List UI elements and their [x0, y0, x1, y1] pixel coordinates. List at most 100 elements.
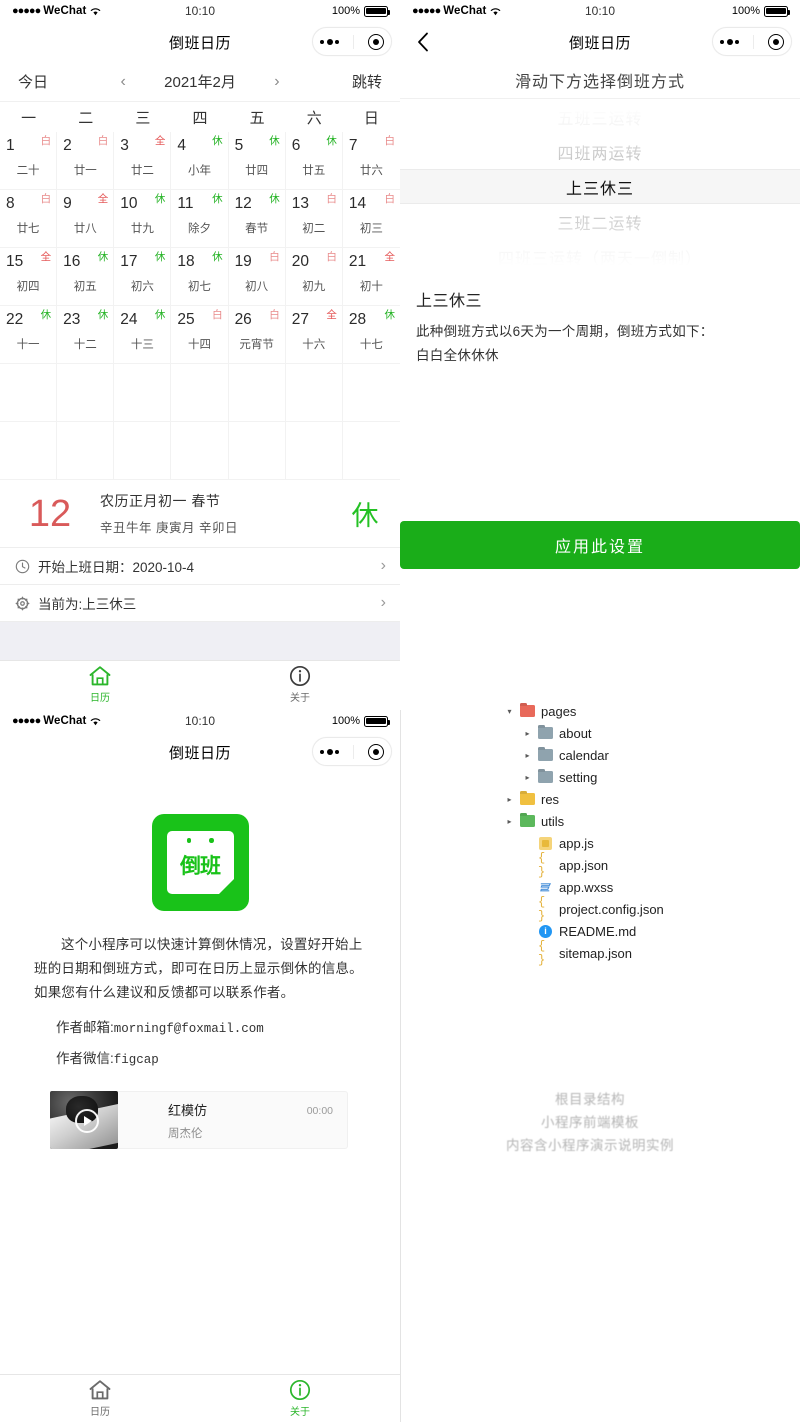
tree-folder-row[interactable]: ▸ utils — [505, 810, 664, 832]
calendar-day-cell[interactable]: 28 休十七 — [342, 306, 400, 364]
calendar-day-cell[interactable]: 22 休十一 — [0, 306, 58, 364]
picker-option[interactable]: 四班两运转 — [400, 134, 800, 169]
js-file-icon — [538, 836, 553, 850]
calendar-empty-cell — [0, 422, 58, 480]
mode-desc-line-2: 白白全休休休 — [416, 348, 499, 363]
close-mini-program-icon[interactable] — [368, 743, 384, 760]
next-month-button[interactable]: › — [270, 73, 284, 91]
calendar-day-cell[interactable]: 19 白初八 — [228, 248, 286, 306]
weekday-0: 一 — [21, 109, 37, 127]
calendar-day-cell[interactable]: 12 休春节 — [228, 190, 286, 248]
tree-file-row[interactable]: { } project.config.json — [505, 895, 664, 923]
tab-about-label: 关于 — [290, 693, 310, 704]
calendar-empty-cell — [0, 364, 58, 422]
shift-mode-picker[interactable]: 五班三运转 四班两运转 上三休三 三班二运转 四班三运转（两天一倒制） — [400, 98, 800, 273]
about-body-text: 这个小程序可以快速计算倒休情况，设置好开始上班的日期和倒班方式，即可在日历上显示… — [34, 937, 363, 1000]
tree-folder-row[interactable]: ▸ about — [505, 722, 664, 744]
prev-month-button[interactable]: ‹ — [116, 73, 130, 91]
calendar-day-cell[interactable]: 6 休廿五 — [285, 132, 343, 190]
tree-file-row[interactable]: { } app.json — [505, 851, 664, 879]
day-lunar-label: 廿五 — [302, 165, 326, 177]
calendar-day-cell[interactable]: 26 白元宵节 — [228, 306, 286, 364]
tree-caret-icon[interactable]: ▸ — [523, 751, 532, 760]
day-lunar-label: 廿九 — [130, 223, 154, 235]
picker-option[interactable]: 三班二运转 — [400, 204, 800, 239]
wechat-capsule[interactable] — [312, 27, 392, 56]
battery-icon — [364, 715, 391, 727]
tree-folder-row[interactable]: ▸ res — [505, 788, 664, 810]
picker-option[interactable]: 五班三运转 — [400, 99, 800, 134]
tree-folder-row[interactable]: ▾ pages — [505, 700, 664, 722]
calendar-day-cell[interactable]: 3 全廿二 — [114, 132, 172, 190]
screenshot-root: ●●●●● WeChat 10:10 100% 倒班日历 今日 ‹ 2021年2… — [0, 0, 800, 1422]
calendar-day-cell[interactable]: 7 白廿六 — [342, 132, 400, 190]
day-lunar-label: 初二 — [302, 223, 326, 235]
calendar-day-cell[interactable]: 11 休除夕 — [171, 190, 229, 248]
back-button[interactable] — [412, 31, 434, 53]
calendar-day-cell[interactable]: 25 白十四 — [171, 306, 229, 364]
day-lunar-label: 初九 — [302, 281, 326, 293]
calendar-day-cell[interactable]: 18 休初七 — [171, 248, 229, 306]
calendar-day-cell[interactable]: 1 白二十 — [0, 132, 58, 190]
more-menu-icon[interactable] — [720, 38, 739, 45]
picker-option[interactable]: 四班三运转（两天一倒制） — [400, 239, 800, 273]
more-menu-icon[interactable] — [320, 748, 339, 755]
tree-folder-row[interactable]: ▸ calendar — [505, 744, 664, 766]
tree-caret-icon[interactable]: ▸ — [523, 729, 532, 738]
jump-button[interactable]: 跳转 — [352, 71, 382, 92]
day-lunar-label: 廿六 — [359, 165, 383, 177]
calendar-day-cell[interactable]: 17 休初六 — [114, 248, 172, 306]
song-artist: 周杰伦 — [168, 1127, 203, 1140]
calendar-day-cell[interactable]: 5 休廿四 — [228, 132, 286, 190]
calendar-day-cell[interactable]: 9 全廿八 — [57, 190, 115, 248]
close-mini-program-icon[interactable] — [768, 33, 784, 50]
calendar-day-cell[interactable]: 20 白初九 — [285, 248, 343, 306]
picker-option[interactable]: 上三休三 — [400, 169, 800, 204]
tree-file-row[interactable]: app.js — [505, 832, 664, 854]
calendar-day-cell[interactable]: 4 休小年 — [171, 132, 229, 190]
current-mode-row[interactable]: 当前为:上三休三 › — [0, 585, 400, 622]
start-date-row[interactable]: 开始上班日期：2020-10-4 › — [0, 548, 400, 585]
calendar-day-cell[interactable]: 24 休十三 — [114, 306, 172, 364]
tree-item-label: res — [541, 791, 560, 807]
calendar-day-cell[interactable]: 14 白初三 — [342, 190, 400, 248]
author-email-value[interactable]: morningf@foxmail.com — [114, 1022, 264, 1036]
tree-file-row[interactable]: { } sitemap.json — [505, 939, 664, 967]
tree-file-row[interactable]: app.wxss — [505, 876, 664, 898]
music-player-card[interactable]: 红模仿 周杰伦 00:00 — [50, 1091, 348, 1149]
calendar-day-cell[interactable]: 10 休廿九 — [114, 190, 172, 248]
status-bar-left: ●●●●● WeChat — [412, 5, 501, 17]
tab-about[interactable]: 关于 — [200, 1375, 400, 1422]
tab-calendar[interactable]: 日历 — [0, 1375, 200, 1422]
calendar-empty-cell — [285, 422, 343, 480]
calendar-day-cell[interactable]: 2 白廿一 — [57, 132, 115, 190]
markdown-file-icon: i — [538, 924, 553, 938]
wechat-capsule[interactable] — [712, 27, 792, 56]
calendar-day-cell[interactable]: 21 全初十 — [342, 248, 400, 306]
calendar-day-cell[interactable]: 16 休初五 — [57, 248, 115, 306]
tree-caret-icon[interactable]: ▸ — [505, 795, 514, 804]
calendar-day-cell[interactable]: 13 白初二 — [285, 190, 343, 248]
more-menu-icon[interactable] — [320, 38, 339, 45]
calendar-day-cell[interactable]: 15 全初四 — [0, 248, 58, 306]
author-wechat-row: 作者微信:figcap — [34, 1047, 366, 1067]
apply-settings-button[interactable]: 应用此设置 — [400, 521, 800, 569]
play-button-icon[interactable] — [75, 1109, 99, 1133]
today-button[interactable]: 今日 — [18, 71, 48, 92]
wechat-capsule[interactable] — [312, 737, 392, 766]
tab-about[interactable]: 关于 — [200, 661, 400, 708]
tree-caret-icon[interactable]: ▸ — [505, 817, 514, 826]
day-lunar-label: 初三 — [359, 223, 383, 235]
tree-caret-icon[interactable]: ▸ — [523, 773, 532, 782]
close-mini-program-icon[interactable] — [368, 33, 384, 50]
tree-caret-icon[interactable]: ▾ — [505, 707, 514, 716]
tab-calendar[interactable]: 日历 — [0, 661, 200, 708]
tree-folder-row[interactable]: ▸ setting — [505, 766, 664, 788]
calendar-day-cell[interactable]: 8 白廿七 — [0, 190, 58, 248]
tree-file-row[interactable]: i README.md — [505, 920, 664, 942]
calendar-day-cell[interactable]: 23 休十二 — [57, 306, 115, 364]
author-wechat-value[interactable]: figcap — [114, 1053, 159, 1067]
calendar-empty-cell — [342, 364, 400, 422]
calendar-day-cell[interactable]: 27 全十六 — [285, 306, 343, 364]
wifi-icon — [491, 7, 501, 15]
